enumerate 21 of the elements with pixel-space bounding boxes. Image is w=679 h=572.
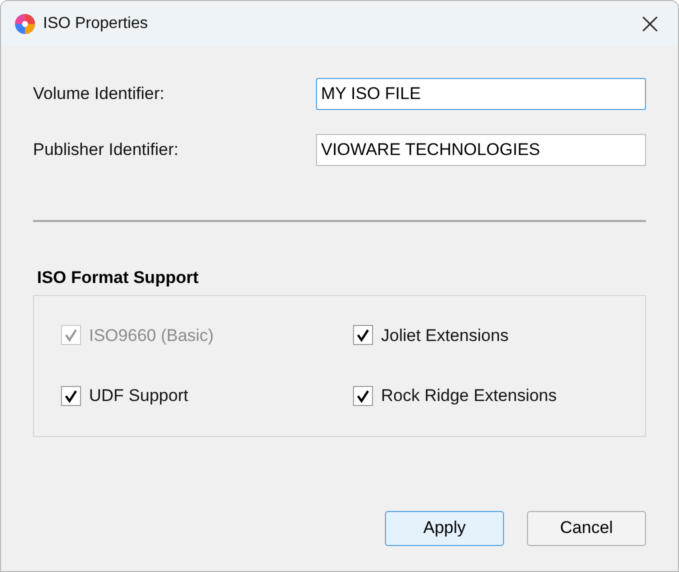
option-checkbox[interactable]: Rock Ridge Extensions: [353, 383, 645, 408]
field-label: Publisher Identifier:: [33, 139, 179, 162]
group-title: ISO Format Support: [37, 267, 200, 289]
option-checkbox[interactable]: UDF Support: [61, 383, 353, 408]
check-icon: [356, 328, 370, 342]
close-icon: [642, 16, 658, 32]
dialog-button[interactable]: Apply: [385, 510, 504, 546]
window-title: ISO Properties: [43, 14, 148, 34]
check-icon: [64, 388, 78, 403]
check-icon: [356, 388, 370, 403]
option-checkbox[interactable]: Joliet Extensions: [353, 322, 645, 348]
checkbox[interactable]: [61, 386, 81, 406]
checkbox[interactable]: [353, 386, 373, 406]
close-button[interactable]: [640, 14, 660, 34]
check-icon: [64, 328, 78, 342]
field-label: Volume Identifier:: [33, 83, 164, 106]
dialog-button[interactable]: Cancel: [527, 510, 646, 546]
disc-icon: [14, 12, 36, 34]
text-field[interactable]: VIOWARE TECHNOLOGIES: [316, 134, 646, 166]
checkbox[interactable]: [353, 325, 373, 346]
text-field[interactable]: MY ISO FILE: [316, 78, 646, 110]
